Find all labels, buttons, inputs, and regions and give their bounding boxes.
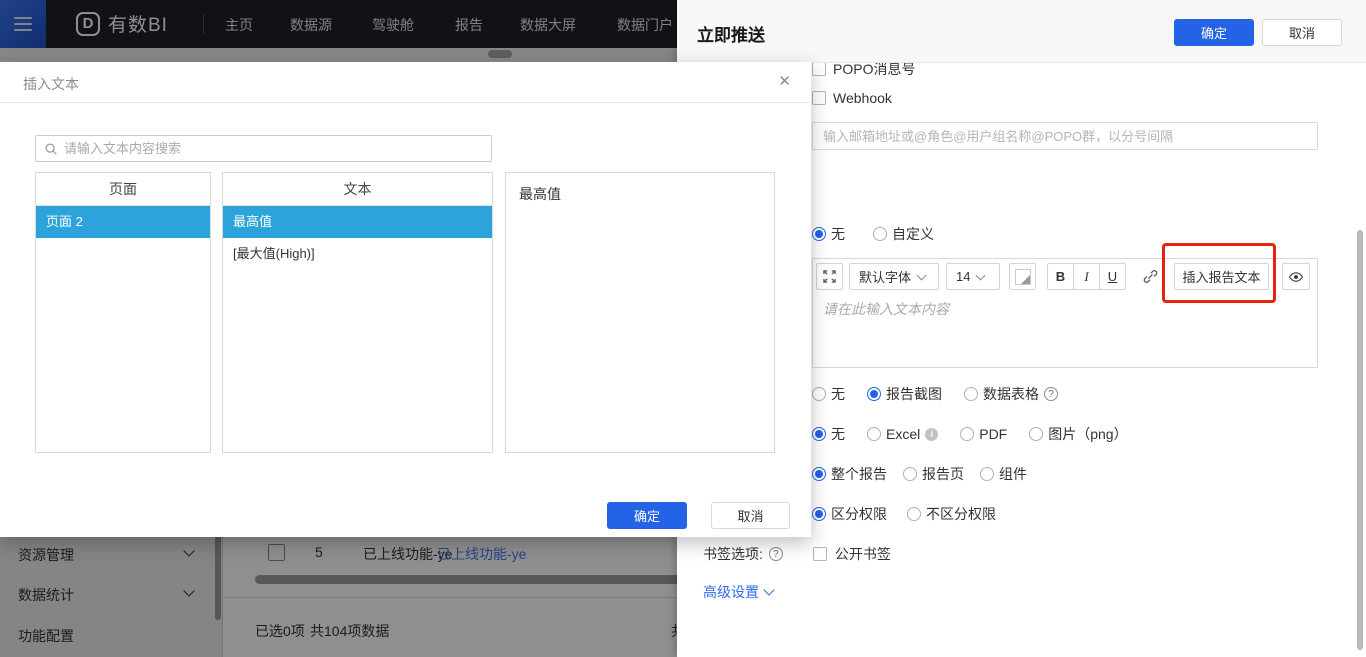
- radio-selected-icon[interactable]: [812, 227, 826, 241]
- text-preview-box: 最高值: [505, 172, 775, 453]
- radio-icon[interactable]: [903, 467, 917, 481]
- content-datatable[interactable]: 数据表格?: [964, 384, 1058, 404]
- scope-whole-report[interactable]: 整个报告: [812, 464, 887, 484]
- fullscreen-icon: [823, 270, 836, 283]
- format-pdf[interactable]: PDF: [960, 426, 1007, 442]
- page-column-header: 页面: [36, 173, 210, 206]
- scope-report-page[interactable]: 报告页: [903, 464, 964, 484]
- webhook-checkbox[interactable]: [812, 91, 826, 105]
- radio-icon[interactable]: [873, 227, 887, 241]
- radio-icon[interactable]: [960, 427, 974, 441]
- push-scope-group: 整个报告 报告页 组件: [812, 464, 1027, 484]
- content-type-group: 无 报告截图 数据表格?: [812, 384, 1058, 404]
- font-family-select[interactable]: 默认字体: [849, 263, 939, 290]
- popo-checkbox[interactable]: [812, 62, 826, 76]
- modal-title: 插入文本: [23, 74, 79, 94]
- recipients-input[interactable]: [812, 122, 1318, 150]
- radio-selected-icon[interactable]: [812, 507, 826, 521]
- push-panel-title: 立即推送: [697, 21, 765, 46]
- editor-placeholder[interactable]: 请在此输入文本内容: [823, 299, 949, 319]
- fullscreen-button[interactable]: [816, 263, 843, 290]
- title-mode-group: 无 自定义: [812, 224, 934, 244]
- advanced-settings-link[interactable]: 高级设置: [703, 582, 773, 602]
- attachment-format-group: 无 Exceli PDF 图片（png）: [812, 424, 1128, 444]
- text-list-item[interactable]: [最大值(High)]: [223, 238, 492, 270]
- radio-icon[interactable]: [980, 467, 994, 481]
- link-icon: [1143, 269, 1158, 284]
- modal-cancel-button[interactable]: 取消: [711, 502, 790, 529]
- radio-selected-icon[interactable]: [812, 427, 826, 441]
- page-list-item-selected[interactable]: 页面 2: [36, 206, 210, 238]
- content-none[interactable]: 无: [812, 384, 845, 404]
- insert-link-button[interactable]: [1137, 263, 1164, 290]
- text-column: 文本 最高值 [最大值(High)]: [222, 172, 493, 453]
- chevron-down-icon: [763, 584, 774, 595]
- text-column-header: 文本: [223, 173, 492, 206]
- eye-icon: [1288, 269, 1304, 285]
- rich-text-editor: 默认字体 14 B I U 插入报告文本: [812, 258, 1318, 368]
- panel-scrollbar[interactable]: [1357, 230, 1363, 650]
- format-png[interactable]: 图片（png）: [1029, 424, 1127, 444]
- permission-nosplit[interactable]: 不区分权限: [907, 504, 996, 524]
- bookmark-options-label: 书签选项: ?: [703, 544, 783, 564]
- page-column: 页面 页面 2: [35, 172, 211, 453]
- public-bookmark-label: 公开书签: [835, 544, 891, 564]
- text-search-box: [35, 135, 492, 162]
- webhook-label: Webhook: [833, 90, 892, 106]
- color-swatch-icon: [1015, 269, 1031, 285]
- text-list-item-selected[interactable]: 最高值: [223, 206, 492, 238]
- insert-report-text-button[interactable]: 插入报告文本: [1174, 263, 1269, 290]
- push-confirm-button[interactable]: 确定: [1174, 19, 1254, 46]
- format-none[interactable]: 无: [812, 424, 845, 444]
- title-mode-custom[interactable]: 自定义: [873, 224, 934, 244]
- chevron-down-icon: [976, 270, 986, 280]
- radio-icon[interactable]: [907, 507, 921, 521]
- preview-button[interactable]: [1282, 263, 1310, 290]
- close-icon[interactable]: ✕: [778, 72, 791, 90]
- radio-selected-icon[interactable]: [812, 467, 826, 481]
- radio-icon[interactable]: [1029, 427, 1043, 441]
- search-icon: [44, 142, 58, 156]
- bookmark-options-row: 书签选项: ? 公开书签: [703, 544, 891, 564]
- scope-component[interactable]: 组件: [980, 464, 1027, 484]
- channel-webhook-row: Webhook: [812, 90, 892, 106]
- font-color-picker[interactable]: [1009, 263, 1036, 290]
- help-icon[interactable]: ?: [769, 547, 783, 561]
- modal-header: 插入文本 ✕: [0, 62, 811, 103]
- insert-text-modal: 插入文本 ✕ 页面 页面 2 文本 最高值 [最大值(High)] 最高值 确定…: [0, 62, 811, 537]
- radio-icon[interactable]: [867, 427, 881, 441]
- radio-icon[interactable]: [812, 387, 826, 401]
- screen: D 有数BI 主页 数据源 驾驶舱 报告 数据大屏 数据门户 资源管理 数据统计…: [0, 0, 1366, 657]
- italic-button[interactable]: I: [1073, 263, 1100, 290]
- radio-icon[interactable]: [964, 387, 978, 401]
- info-icon[interactable]: i: [925, 428, 938, 441]
- help-icon[interactable]: ?: [1044, 387, 1058, 401]
- bold-button[interactable]: B: [1047, 263, 1074, 290]
- modal-confirm-button[interactable]: 确定: [607, 502, 687, 529]
- permission-group: 区分权限 不区分权限: [812, 504, 996, 524]
- format-excel[interactable]: Exceli: [867, 426, 938, 442]
- radio-selected-icon[interactable]: [867, 387, 881, 401]
- permission-split[interactable]: 区分权限: [812, 504, 887, 524]
- push-cancel-button[interactable]: 取消: [1262, 19, 1342, 46]
- underline-button[interactable]: U: [1099, 263, 1126, 290]
- title-mode-none[interactable]: 无: [812, 224, 845, 244]
- text-search-input[interactable]: [64, 141, 483, 156]
- chevron-down-icon: [917, 270, 927, 280]
- public-bookmark-checkbox[interactable]: [813, 547, 827, 561]
- content-screenshot[interactable]: 报告截图: [867, 384, 942, 404]
- push-panel-header: 立即推送 确定 取消: [677, 0, 1366, 63]
- font-size-select[interactable]: 14: [946, 263, 1000, 290]
